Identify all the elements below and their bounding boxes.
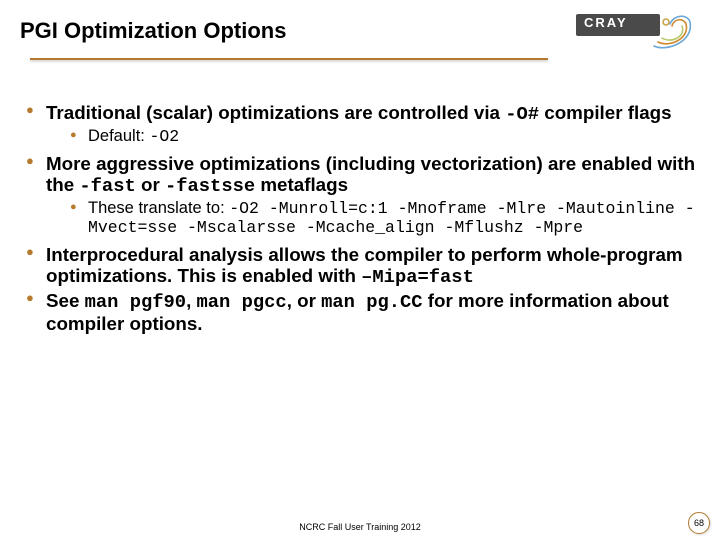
header: PGI Optimization Options CRAY	[20, 18, 700, 62]
bullet-item: Traditional (scalar) optimizations are c…	[22, 102, 698, 147]
sub-list: Default: -O2	[68, 127, 698, 146]
text: , or	[287, 290, 321, 311]
text: ,	[186, 290, 196, 311]
bullet-item: Interprocedural analysis allows the comp…	[22, 244, 698, 288]
text: or	[136, 174, 165, 195]
code: -O2	[149, 127, 179, 146]
code: –Mipa=fast	[361, 266, 474, 288]
bullet-item: See man pgf90, man pgcc, or man pg.CC fo…	[22, 290, 698, 334]
sub-item: These translate to: -O2 -Munroll=c:1 -Mn…	[68, 199, 698, 238]
code: man pgf90	[85, 291, 186, 313]
code: -O#	[505, 103, 539, 125]
code: -fastsse	[165, 175, 255, 197]
slide: PGI Optimization Options CRAY Traditiona…	[0, 0, 720, 540]
bullet-list: Traditional (scalar) optimizations are c…	[22, 102, 698, 334]
page-number: 68	[688, 512, 710, 534]
footer-text: NCRC Fall User Training 2012	[0, 522, 720, 532]
title-underline	[30, 56, 548, 60]
sub-item: Default: -O2	[68, 127, 698, 146]
text: See	[46, 290, 85, 311]
code: man pg.CC	[321, 291, 422, 313]
text: compiler flags	[539, 102, 672, 123]
text: Default:	[88, 127, 149, 145]
text: These translate to:	[88, 199, 229, 217]
sub-list: These translate to: -O2 -Munroll=c:1 -Mn…	[68, 199, 698, 238]
logo-swirl-icon	[652, 12, 698, 52]
page-number-value: 68	[694, 518, 704, 528]
bullet-item: More aggressive optimizations (including…	[22, 153, 698, 238]
logo-text: CRAY	[584, 15, 628, 30]
cray-logo: CRAY	[576, 14, 704, 52]
text: Traditional (scalar) optimizations are c…	[46, 102, 505, 123]
code: -fast	[79, 175, 135, 197]
text: metaflags	[255, 174, 348, 195]
code: man pgcc	[197, 291, 287, 313]
slide-title: PGI Optimization Options	[20, 18, 286, 44]
